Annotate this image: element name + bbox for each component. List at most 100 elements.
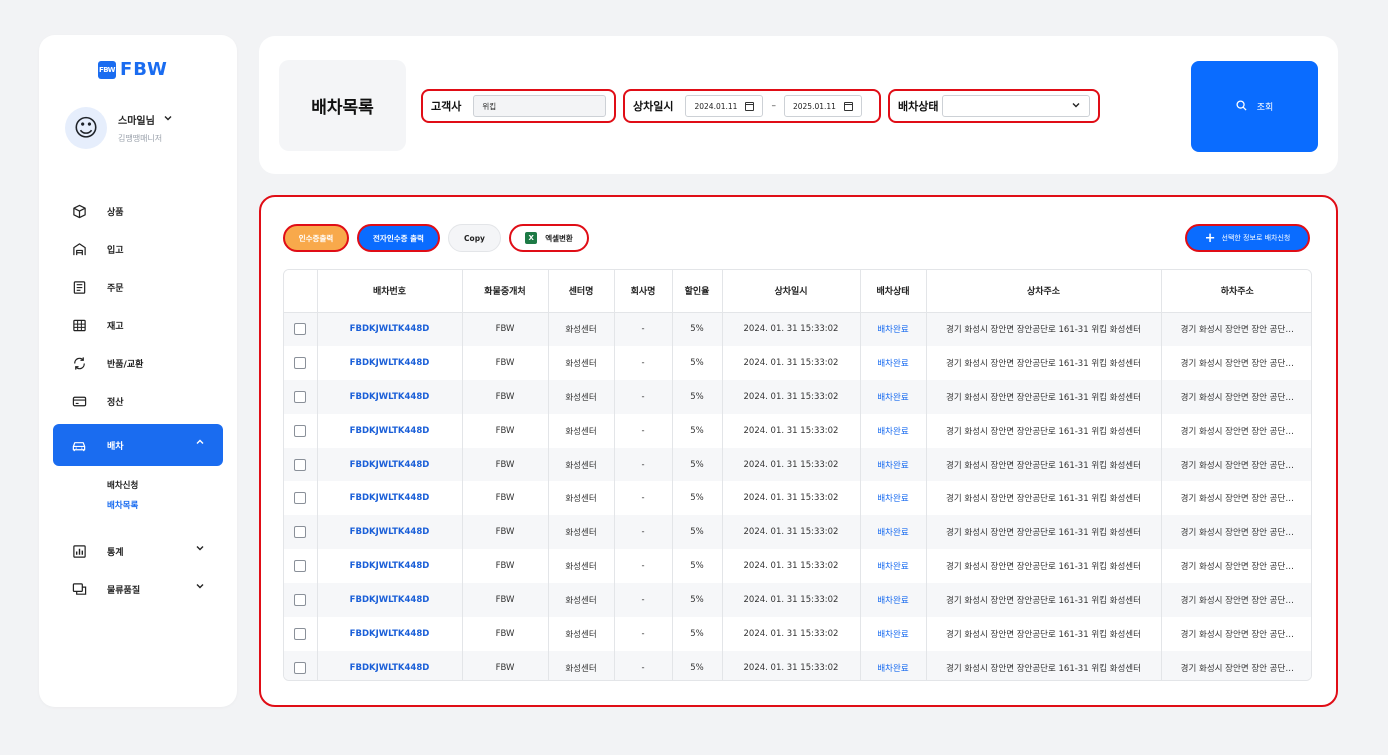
sidebar-nav: 상품 입고 주문 재고 반품/교환 정산 배차 배차신청 배차목록 통계 물류품… <box>53 190 223 606</box>
column-header-status[interactable]: 배차상태 <box>860 270 927 313</box>
column-header-load-datetime[interactable]: 상차일시 <box>722 270 861 313</box>
broker-cell: FBW <box>462 617 549 651</box>
table-row[interactable]: FBDKJWLTK448D FBW 화성센터 -5% 2024. 01. 31 15:3… <box>284 549 1311 584</box>
dispatch-number-link[interactable]: FBDKJWLTK448D <box>317 413 463 448</box>
date-filter: 상차일시 2024.01.11 – 2025.01.11 <box>623 89 881 123</box>
table-row[interactable]: FBDKJWLTK448D FBW 화성센터 -5% 2024. 01. 31 15:3… <box>284 650 1311 680</box>
plus-icon: + <box>1204 230 1216 246</box>
e-receipt-print-button[interactable]: 전자인수증 출력 <box>357 224 440 252</box>
status-link[interactable]: 배차완료 <box>860 515 927 550</box>
column-header-broker[interactable]: 화물중개처 <box>462 270 549 313</box>
sidebar-item-inventory[interactable]: 재고 <box>53 304 223 346</box>
dispatch-number-link[interactable]: FBDKJWLTK448D <box>317 515 463 550</box>
date-from-field[interactable]: 2024.01.11 <box>685 95 764 117</box>
row-checkbox[interactable] <box>294 526 307 539</box>
row-checkbox[interactable] <box>294 661 307 674</box>
sidebar-item-logistics-quality[interactable]: 물류품질 <box>53 568 223 610</box>
table-row[interactable]: FBDKJWLTK448D FBW 화성센터 -5% 2024. 01. 31 15:3… <box>284 413 1311 448</box>
row-checkbox[interactable] <box>294 424 307 437</box>
sidebar-item-settlement[interactable]: 정산 <box>53 380 223 422</box>
table-row[interactable]: FBDKJWLTK448D FBW 화성센터 -5% 2024. 01. 31 15:3… <box>284 617 1311 651</box>
status-link[interactable]: 배차완료 <box>860 413 927 448</box>
status-link[interactable]: 배차완료 <box>860 617 927 651</box>
table-row[interactable]: FBDKJWLTK448D FBW 화성센터 -5% 2024. 01. 31 15:3… <box>284 345 1311 380</box>
row-checkbox[interactable] <box>294 390 307 403</box>
table-row[interactable]: FBDKJWLTK448D FBW 화성센터 -5% 2024. 01. 31 15:3… <box>284 583 1311 618</box>
dispatch-number-link[interactable]: FBDKJWLTK448D <box>317 583 463 618</box>
status-link[interactable]: 배차완료 <box>860 650 927 680</box>
table-row[interactable]: FBDKJWLTK448D FBW 화성센터 -5% 2024. 01. 31 15:3… <box>284 447 1311 482</box>
status-select[interactable] <box>942 95 1090 117</box>
column-header-dispatch-no[interactable]: 배차번호 <box>317 270 463 313</box>
copy-button[interactable]: Copy <box>448 224 501 252</box>
broker-cell: FBW <box>462 379 549 414</box>
row-checkbox[interactable] <box>294 356 307 369</box>
submenu-item-dispatch-request[interactable]: 배차신청 <box>107 476 223 496</box>
submenu-item-dispatch-list[interactable]: 배차목록 <box>107 496 223 516</box>
row-checkbox[interactable] <box>294 627 307 640</box>
dispatch-list-panel: 인수증출력 전자인수증 출력 Copy X 엑셀변환 + 선택한 정보로 배차신… <box>259 195 1338 707</box>
apply-dispatch-button[interactable]: + 선택한 정보로 배차신청 <box>1185 224 1310 252</box>
row-checkbox[interactable] <box>294 458 307 471</box>
row-checkbox[interactable] <box>294 594 307 607</box>
warehouse-icon <box>71 241 87 257</box>
receipt-print-button[interactable]: 인수증출력 <box>283 224 349 252</box>
sidebar-item-inbound[interactable]: 입고 <box>53 228 223 270</box>
status-link[interactable]: 배차완료 <box>860 345 927 380</box>
row-select-cell <box>284 650 318 680</box>
table-row[interactable]: FBDKJWLTK448D FBW 화성센터 -5% 2024. 01. 31 15:3… <box>284 379 1311 414</box>
dispatch-number-link[interactable]: FBDKJWLTK448D <box>317 312 463 346</box>
status-link[interactable]: 배차완료 <box>860 312 927 346</box>
table-row[interactable]: FBDKJWLTK448D FBW 화성센터 -5% 2024. 01. 31 15:3… <box>284 515 1311 550</box>
discount-cell: 5% <box>672 650 723 680</box>
dispatch-number-link[interactable]: FBDKJWLTK448D <box>317 617 463 651</box>
column-header-load-address[interactable]: 상차주소 <box>926 270 1162 313</box>
column-header-company[interactable]: 회사명 <box>614 270 673 313</box>
status-link[interactable]: 배차완료 <box>860 549 927 584</box>
date-to-field[interactable]: 2025.01.11 <box>783 95 862 117</box>
sidebar-item-label: 통계 <box>107 547 124 558</box>
search-button[interactable]: 조회 <box>1191 61 1318 152</box>
status-link[interactable]: 배차완료 <box>860 379 927 414</box>
logo[interactable]: FBW FBW <box>98 59 168 80</box>
sidebar-item-returns[interactable]: 반품/교환 <box>53 342 223 384</box>
broker-cell: FBW <box>462 413 549 448</box>
sidebar-item-dispatch[interactable]: 배차 <box>53 424 223 466</box>
column-header-discount[interactable]: 할인율 <box>672 270 723 313</box>
center-cell: 화성센터 <box>548 312 615 346</box>
calendar-icon[interactable] <box>745 101 755 111</box>
status-link[interactable]: 배차완료 <box>860 583 927 618</box>
column-header-unload-address[interactable]: 하차주소 <box>1161 270 1311 313</box>
row-checkbox[interactable] <box>294 560 307 573</box>
load-datetime-cell: 2024. 01. 31 15:33:02 <box>722 447 861 482</box>
discount-cell: 5% <box>672 583 723 618</box>
dispatch-number-link[interactable]: FBDKJWLTK448D <box>317 447 463 482</box>
dispatch-number-link[interactable]: FBDKJWLTK448D <box>317 345 463 380</box>
customer-filter: 고객사 위킵 <box>421 89 616 123</box>
column-header-center[interactable]: 센터명 <box>548 270 615 313</box>
excel-icon: X <box>525 232 538 244</box>
status-link[interactable]: 배차완료 <box>860 447 927 482</box>
sidebar-item-statistics[interactable]: 통계 <box>53 530 223 572</box>
sidebar-item-label: 배차 <box>107 441 124 452</box>
dispatch-number-link[interactable]: FBDKJWLTK448D <box>317 481 463 516</box>
status-filter: 배차상태 <box>888 89 1100 123</box>
user-profile[interactable]: ☺ 스마일님 김땡땡매니저 <box>65 107 173 149</box>
dispatch-number-link[interactable]: FBDKJWLTK448D <box>317 650 463 680</box>
row-checkbox[interactable] <box>294 492 307 505</box>
table-row[interactable]: FBDKJWLTK448D FBW 화성센터 -5% 2024. 01. 31 15:3… <box>284 481 1311 516</box>
status-link[interactable]: 배차완료 <box>860 481 927 516</box>
dispatch-number-link[interactable]: FBDKJWLTK448D <box>317 379 463 414</box>
customer-input[interactable]: 위킵 <box>473 95 606 117</box>
chevron-down-icon[interactable] <box>163 113 173 126</box>
sidebar-item-products[interactable]: 상품 <box>53 190 223 232</box>
sidebar-item-orders[interactable]: 주문 <box>53 266 223 308</box>
table-row[interactable]: FBDKJWLTK448D FBW 화성센터 -5% 2024. 01. 31 15:3… <box>284 312 1311 346</box>
discount-cell: 5% <box>672 515 723 550</box>
excel-export-button[interactable]: X 엑셀변환 <box>509 224 589 252</box>
calendar-icon[interactable] <box>843 101 853 111</box>
dispatch-number-link[interactable]: FBDKJWLTK448D <box>317 549 463 584</box>
status-label: 배차상태 <box>898 100 939 113</box>
row-checkbox[interactable] <box>294 323 307 336</box>
company-cell: - <box>614 345 673 380</box>
